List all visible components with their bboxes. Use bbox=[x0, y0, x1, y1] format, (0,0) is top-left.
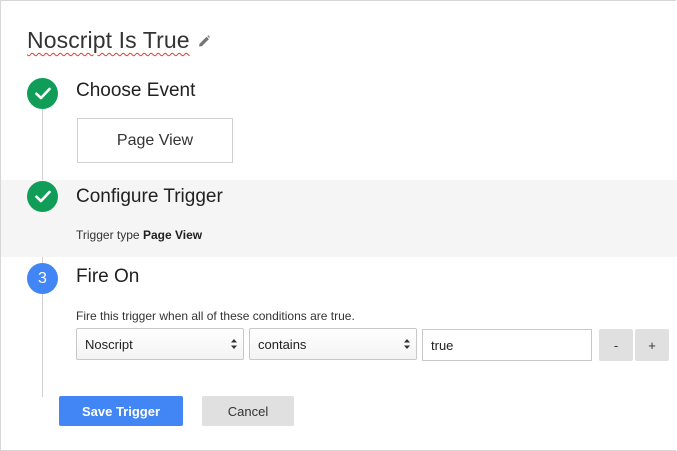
title-row: Noscript Is True bbox=[27, 27, 210, 54]
trigger-type-value: Page View bbox=[142, 228, 203, 242]
check-icon bbox=[34, 190, 51, 203]
step-1-title: Choose Event bbox=[76, 80, 196, 101]
remove-condition-button[interactable]: - bbox=[599, 329, 633, 361]
save-trigger-button[interactable]: Save Trigger bbox=[59, 396, 183, 426]
pencil-icon[interactable] bbox=[198, 34, 210, 48]
select-arrows-icon bbox=[231, 339, 237, 349]
trigger-title[interactable]: Noscript Is True bbox=[27, 27, 190, 54]
trigger-editor: Noscript Is True Choose Event Page View … bbox=[0, 0, 677, 451]
step-1-badge bbox=[27, 78, 58, 109]
operator-select-value: contains bbox=[258, 336, 307, 352]
step-2-badge bbox=[27, 181, 58, 212]
event-type-box[interactable]: Page View bbox=[77, 118, 233, 163]
operator-select[interactable]: contains bbox=[249, 328, 417, 360]
check-icon bbox=[34, 87, 51, 100]
trigger-type-label: Trigger type bbox=[76, 228, 140, 242]
step-3-number: 3 bbox=[38, 269, 47, 287]
step-3-title: Fire On bbox=[76, 266, 140, 287]
select-arrows-icon bbox=[404, 339, 410, 349]
trigger-type-line: Trigger type Page View bbox=[76, 228, 202, 242]
condition-value-input[interactable]: true bbox=[422, 329, 592, 361]
step-3-badge: 3 bbox=[27, 263, 58, 294]
variable-select[interactable]: Noscript bbox=[76, 328, 244, 360]
variable-select-value: Noscript bbox=[85, 336, 133, 352]
step-2-title: Configure Trigger bbox=[76, 186, 223, 207]
cancel-button[interactable]: Cancel bbox=[202, 396, 294, 426]
condition-description: Fire this trigger when all of these cond… bbox=[76, 309, 355, 323]
add-condition-button[interactable]: + bbox=[635, 329, 669, 361]
